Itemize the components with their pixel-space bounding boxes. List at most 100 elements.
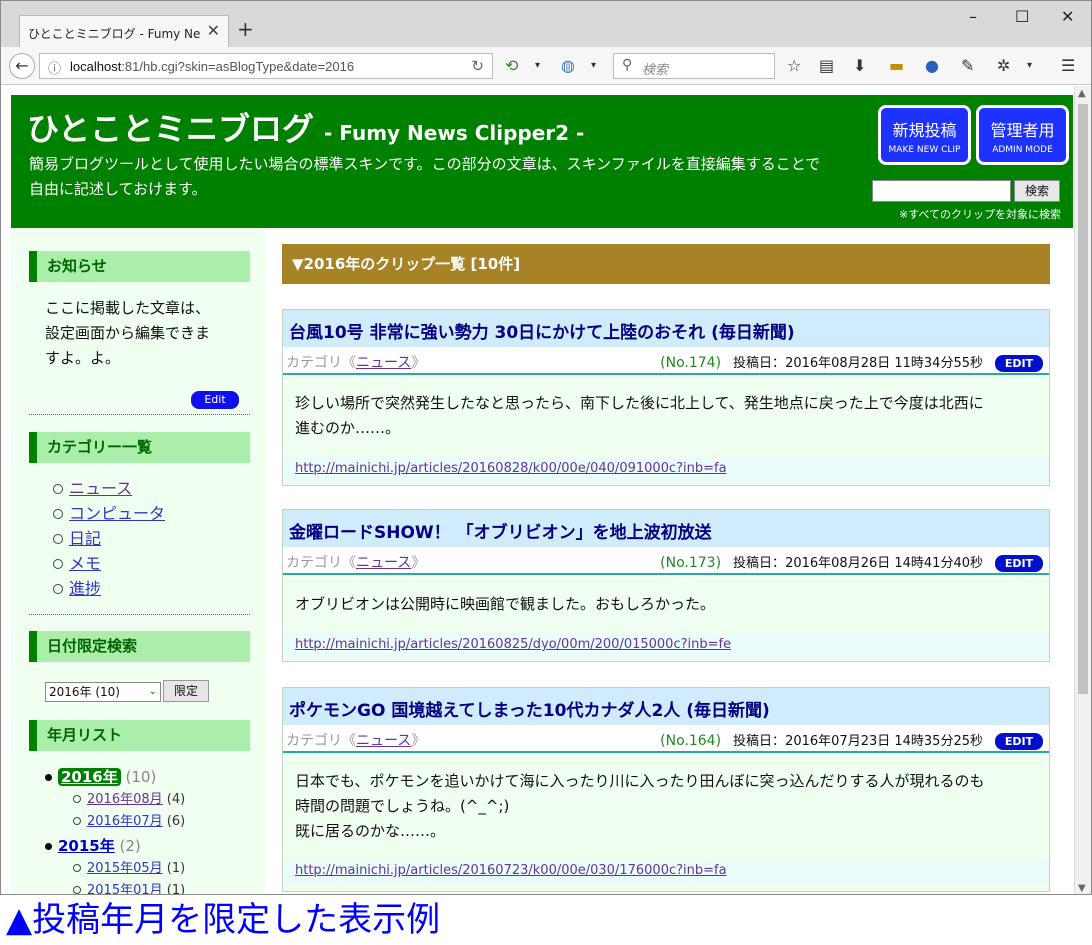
dropdown-icon-2[interactable]: ▾ xyxy=(591,56,596,76)
archive-heading: 年月リスト xyxy=(29,720,250,751)
close-window-icon[interactable]: ✕ xyxy=(1061,7,1074,26)
ruler-icon[interactable]: ▬ xyxy=(889,56,904,76)
entry-link-bar: http://mainichi.jp/articles/20160828/k00… xyxy=(283,458,1049,482)
clip-search-button[interactable]: 検索 xyxy=(1014,180,1060,202)
dropdown-icon[interactable]: ▾ xyxy=(535,56,540,76)
admin-button[interactable]: 管理者用 ADMIN MODE xyxy=(976,105,1069,165)
entry-category: カテゴリ《ニュース》 xyxy=(286,552,425,572)
circle-bullet-icon xyxy=(73,886,81,894)
year-row: 2016年 (10) xyxy=(45,767,156,787)
entry-title[interactable]: 台風10号 非常に強い勢力 30日にかけて上陸のおそれ (毎日新聞) xyxy=(289,318,795,343)
entry-category-link[interactable]: ニュース xyxy=(356,555,411,571)
year-link-2015[interactable]: 2015年 xyxy=(58,837,115,855)
month-link[interactable]: 2016年08月 xyxy=(87,792,163,807)
category-link-diary[interactable]: 日記 xyxy=(69,529,101,548)
entry-meta: カテゴリ《ニュース》 (No.174) 投稿日：2016年08月28日 11時34… xyxy=(283,347,1049,375)
entry-source-link[interactable]: http://mainichi.jp/articles/20160825/dyo… xyxy=(295,637,731,652)
entry-title[interactable]: 金曜ロードSHOW！ 「オブリビオン」を地上波初放送 xyxy=(289,518,712,543)
addon-globe-icon[interactable]: ● xyxy=(925,56,939,76)
month-link[interactable]: 2015年01月 xyxy=(87,883,163,894)
category-link-news[interactable]: ニュース xyxy=(69,479,132,498)
active-tab[interactable]: ひとことミニブログ - Fumy News C... ✕ xyxy=(19,15,229,48)
month-row: 2016年08月 (4) xyxy=(73,791,185,809)
entry-edit-button[interactable]: EDIT xyxy=(995,355,1043,372)
date-select[interactable]: 2016年 (10) ⌄ xyxy=(45,682,161,702)
url-bar[interactable]: ⓘ localhost:81/hb.cgi?skin=asBlogType&da… xyxy=(39,53,493,79)
menu-icon[interactable]: ☰ xyxy=(1061,56,1075,76)
scroll-up-icon[interactable]: ▲ xyxy=(1078,88,1086,99)
entry-title[interactable]: ポケモンGO 国境越えてしまった10代カナダ人2人 (毎日新聞) xyxy=(289,696,770,721)
green-arrow-icon[interactable]: ⟲ xyxy=(505,56,518,76)
category-item[interactable]: 日記 xyxy=(53,529,101,549)
entry-edit-button[interactable]: EDIT xyxy=(995,733,1043,750)
site-description: 簡易ブログツールとして使用したい場合の標準スキンです。この部分の文章は、スキンフ… xyxy=(29,155,821,198)
figure-caption: ▲投稿年月を限定した表示例 xyxy=(6,900,441,940)
vertical-scrollbar[interactable]: ▲ ▼ xyxy=(1074,86,1091,894)
site-subtitle: - Fumy News Clipper2 - xyxy=(324,121,585,145)
circle-bullet-icon xyxy=(53,559,63,569)
reload-icon[interactable]: ↻ xyxy=(471,57,484,75)
maximize-icon[interactable]: ☐ xyxy=(1015,7,1029,26)
reading-list-icon[interactable]: ▤ xyxy=(819,56,834,76)
month-count: (1) xyxy=(166,861,186,876)
category-item[interactable]: コンピュータ xyxy=(53,504,165,524)
category-item[interactable]: 進捗 xyxy=(53,579,101,599)
entry-category-link[interactable]: ニュース xyxy=(356,355,411,371)
notice-edit-button[interactable]: Edit xyxy=(191,391,239,409)
category-link-computer[interactable]: コンピュータ xyxy=(69,504,165,523)
circle-bullet-icon xyxy=(53,584,63,594)
download-icon[interactable]: ⬇ xyxy=(853,56,866,76)
back-arrow-icon[interactable]: ← xyxy=(9,53,35,79)
category-item[interactable]: ニュース xyxy=(53,479,132,499)
bullet-icon xyxy=(45,774,52,781)
date-filter-button[interactable]: 限定 xyxy=(163,680,209,702)
entry-meta-right: (No.174) 投稿日：2016年08月28日 11時34分55秒 EDIT xyxy=(660,352,1043,372)
clip-search-input[interactable] xyxy=(872,180,1011,202)
entry-date: 2016年08月28日 11時34分55秒 xyxy=(785,356,983,371)
category-prefix: カテゴリ《 xyxy=(286,355,356,371)
entry-category-link[interactable]: ニュース xyxy=(356,733,411,749)
month-link[interactable]: 2015年05月 xyxy=(87,861,163,876)
entry-body: 日本でも、ポケモンを追いかけて海に入ったり川に入ったり田んぼに突っ込んだりする人… xyxy=(295,769,1039,844)
new-tab-button[interactable]: + xyxy=(237,19,254,39)
category-item[interactable]: メモ xyxy=(53,554,101,574)
scrollbar-thumb[interactable] xyxy=(1078,104,1088,694)
navigation-bar: ← ⓘ localhost:81/hb.cgi?skin=asBlogType&… xyxy=(1,47,1091,85)
entry-source-link[interactable]: http://mainichi.jp/articles/20160828/k00… xyxy=(295,461,727,476)
entry-meta-right: (No.173) 投稿日：2016年08月26日 14時41分40秒 EDIT xyxy=(660,552,1043,572)
entry-title-bar: 台風10号 非常に強い勢力 30日にかけて上陸のおそれ (毎日新聞) xyxy=(283,310,1049,347)
site-title-text: ひとことミニブログ xyxy=(27,110,315,148)
globe-icon[interactable]: ◍ xyxy=(561,56,575,76)
circle-bullet-icon xyxy=(53,484,63,494)
entry-edit-button[interactable]: EDIT xyxy=(995,555,1043,572)
scroll-down-icon[interactable]: ▼ xyxy=(1078,883,1086,894)
entry-source-link[interactable]: http://mainichi.jp/articles/20160723/k00… xyxy=(295,863,727,878)
entry-date: 2016年07月23日 14時35分25秒 xyxy=(785,734,983,749)
minimize-icon[interactable]: – xyxy=(969,7,977,26)
admin-sublabel: ADMIN MODE xyxy=(992,145,1053,155)
tab-title: ひとことミニブログ - Fumy News C... xyxy=(28,27,200,41)
year-link-2016[interactable]: 2016年 xyxy=(58,768,121,786)
year-count: (10) xyxy=(125,768,157,786)
new-post-button[interactable]: 新規投稿 MAKE NEW CLIP xyxy=(878,105,971,165)
overflow-dropdown-icon[interactable]: ▾ xyxy=(1027,56,1032,76)
year-row: 2015年 (2) xyxy=(45,836,141,856)
clip-list-heading: ▼2016年のクリップ一覧 [10件] xyxy=(282,244,1050,284)
addon-icon[interactable]: ✲ xyxy=(997,56,1010,76)
circle-bullet-icon xyxy=(73,795,81,803)
circle-bullet-icon xyxy=(73,817,81,825)
month-row: 2016年07月 (6) xyxy=(73,813,185,831)
month-link[interactable]: 2016年07月 xyxy=(87,814,163,829)
posted-prefix: 投稿日： xyxy=(733,556,786,571)
wrench-icon[interactable]: ✎ xyxy=(961,56,974,76)
category-link-progress[interactable]: 進捗 xyxy=(69,579,101,598)
entry-meta: カテゴリ《ニュース》 (No.164) 投稿日：2016年07月23日 14時35… xyxy=(283,725,1049,753)
search-icon: ⚲ xyxy=(622,57,633,73)
tab-close-icon[interactable]: ✕ xyxy=(207,21,220,40)
category-link-memo[interactable]: メモ xyxy=(69,554,101,573)
site-title: ひとことミニブログ - Fumy News Clipper2 - xyxy=(27,104,584,150)
divider xyxy=(29,414,250,415)
bookmark-star-icon[interactable]: ☆ xyxy=(787,56,801,76)
browser-search-bar[interactable]: ⚲ 検索 xyxy=(613,53,775,79)
info-icon[interactable]: ⓘ xyxy=(48,58,61,77)
